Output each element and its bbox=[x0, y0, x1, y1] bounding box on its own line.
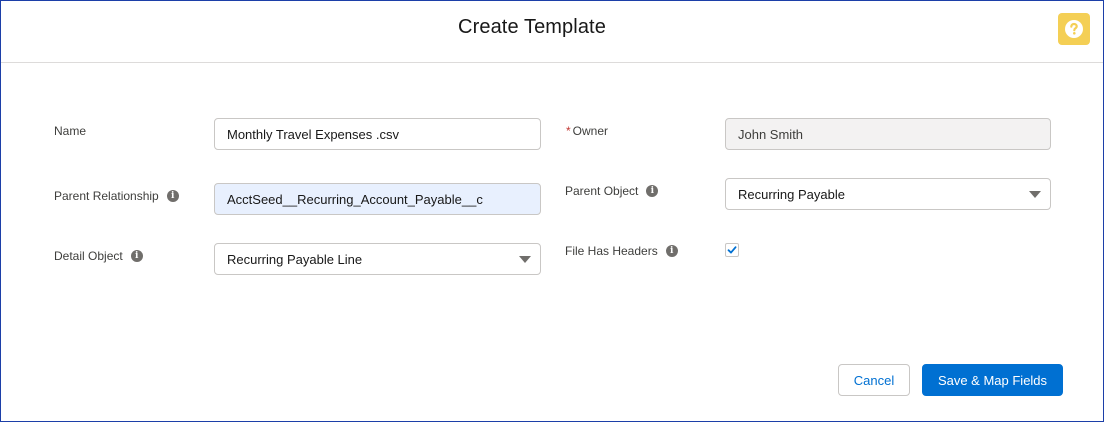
question-icon bbox=[1065, 20, 1083, 38]
chevron-down-icon bbox=[519, 256, 531, 263]
info-icon[interactable]: i bbox=[665, 245, 678, 257]
parent-relationship-label: Parent Relationship i bbox=[54, 189, 179, 203]
checkmark-icon bbox=[727, 246, 737, 254]
info-icon[interactable]: i bbox=[646, 185, 659, 197]
required-marker: * bbox=[566, 124, 571, 138]
file-has-headers-checkbox[interactable] bbox=[725, 243, 739, 257]
parent-object-label: Parent Object i bbox=[565, 184, 659, 198]
parent-object-select[interactable]: Recurring Payable bbox=[725, 178, 1051, 210]
info-icon[interactable]: i bbox=[166, 190, 179, 202]
detail-object-label: Detail Object i bbox=[54, 249, 143, 263]
owner-label: * Owner bbox=[566, 124, 609, 138]
chevron-down-icon bbox=[1029, 191, 1041, 198]
save-map-fields-button[interactable]: Save & Map Fields bbox=[922, 364, 1063, 396]
name-label: Name bbox=[54, 124, 87, 138]
help-button[interactable] bbox=[1058, 13, 1090, 45]
info-icon[interactable]: i bbox=[130, 250, 143, 262]
name-input[interactable]: Monthly Travel Expenses .csv bbox=[214, 118, 541, 150]
cancel-button[interactable]: Cancel bbox=[838, 364, 910, 396]
detail-object-select[interactable]: Recurring Payable Line bbox=[214, 243, 541, 275]
file-has-headers-label: File Has Headers i bbox=[565, 244, 678, 258]
parent-relationship-input[interactable]: AcctSeed__Recurring_Account_Payable__c bbox=[214, 183, 541, 215]
modal-header: Create Template bbox=[1, 1, 1103, 63]
create-template-modal: Create Template Name Monthly Travel Expe… bbox=[0, 0, 1104, 422]
owner-field: John Smith bbox=[725, 118, 1051, 150]
modal-title: Create Template bbox=[458, 16, 606, 38]
